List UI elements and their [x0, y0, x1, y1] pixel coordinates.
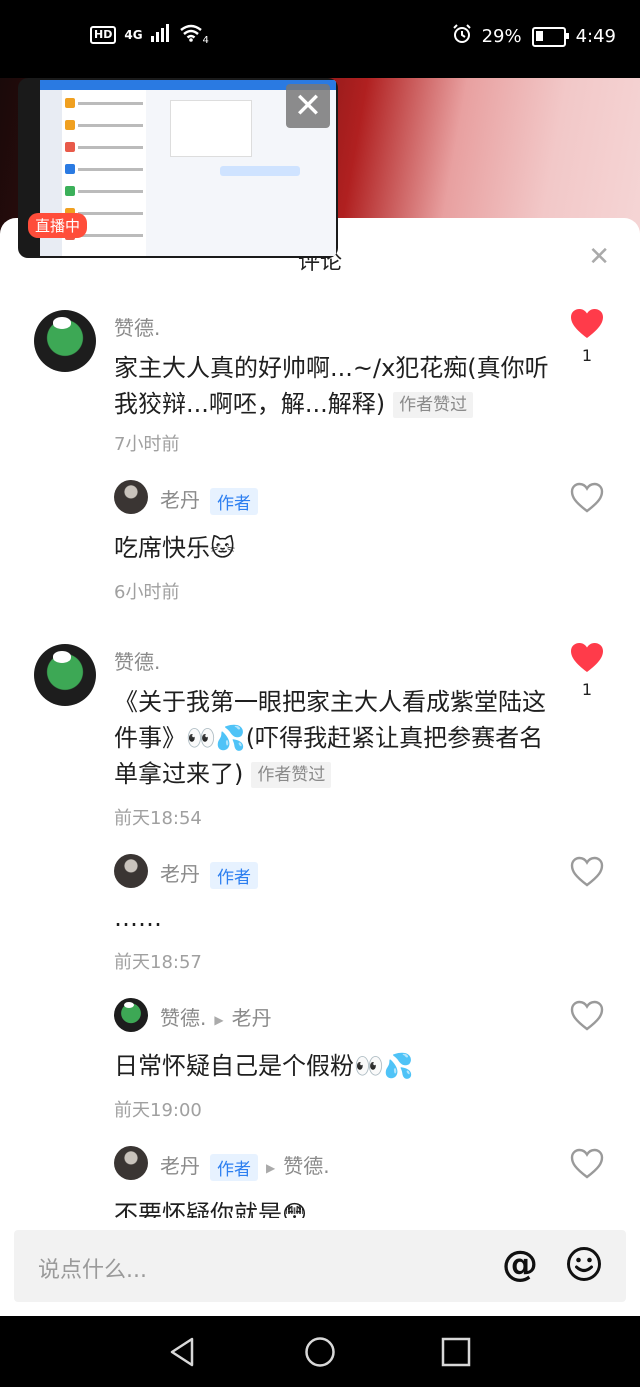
- like-count: 1: [581, 346, 593, 365]
- status-bar: HD 4G 4 29% 4:49: [0, 0, 640, 78]
- comment-text[interactable]: 家主大人真的好帅啊...~/x犯花痴(真你听我狡辩...啊呸，解...解释) 作者…: [114, 350, 564, 422]
- comment-input-bar[interactable]: 说点什么... @: [14, 1230, 626, 1302]
- avatar[interactable]: [114, 1146, 148, 1180]
- avatar[interactable]: [34, 310, 96, 372]
- comment-author[interactable]: 赞德.: [114, 646, 160, 675]
- comment-author-line: 赞德. ▶ 老丹: [160, 1002, 272, 1031]
- comment-author-line: 老丹 作者 ▶ 赞德.: [160, 1150, 330, 1181]
- author-tag: 作者: [210, 862, 258, 889]
- author-liked-tag: 作者赞过: [251, 762, 332, 788]
- comment-input[interactable]: 说点什么...: [38, 1252, 147, 1284]
- author-tag: 作者: [210, 1154, 258, 1181]
- avatar[interactable]: [114, 480, 148, 514]
- comment-author[interactable]: 赞德.: [114, 312, 160, 341]
- recents-icon[interactable]: [440, 1336, 472, 1368]
- heart-icon[interactable]: [570, 642, 604, 674]
- heart-outline-icon[interactable]: [570, 482, 604, 514]
- comment-text[interactable]: 不要怀疑你就是😳: [114, 1196, 564, 1218]
- comment-time: 7小时前: [114, 434, 180, 455]
- live-float-window[interactable]: ✕ 直播中: [18, 78, 338, 258]
- home-icon[interactable]: [304, 1336, 336, 1368]
- alarm-icon: [452, 24, 472, 49]
- avatar[interactable]: [114, 998, 148, 1032]
- comment-author[interactable]: 赞德.: [160, 1006, 206, 1030]
- comment-author-line: 老丹 作者: [160, 484, 258, 515]
- live-badge: 直播中: [28, 213, 88, 238]
- comment-text[interactable]: ……: [114, 900, 564, 936]
- reply-target[interactable]: 老丹: [232, 1006, 272, 1030]
- hd-icon: HD: [90, 26, 117, 44]
- comment-text[interactable]: 日常怀疑自己是个假粉👀💦: [114, 1048, 564, 1084]
- avatar[interactable]: [34, 644, 96, 706]
- network-type: 4G: [124, 28, 143, 42]
- comment-time: 6小时前: [114, 582, 180, 603]
- at-mention-button[interactable]: @: [502, 1246, 538, 1284]
- comment-author[interactable]: 老丹: [160, 488, 200, 512]
- comment-sheet: 评论 ✕ 赞德. 家主大人真的好帅啊...~/x犯花痴(真你听我狡辩...啊呸，…: [0, 218, 640, 1316]
- comment-time: 前天19:00: [114, 1100, 202, 1121]
- reply-arrow-icon: ▶: [266, 1160, 276, 1175]
- close-live-button[interactable]: ✕: [286, 84, 330, 128]
- clock: 4:49: [575, 26, 616, 47]
- back-icon[interactable]: [166, 1336, 198, 1368]
- heart-outline-icon[interactable]: [570, 856, 604, 888]
- comment-author[interactable]: 老丹: [160, 1154, 200, 1178]
- heart-outline-icon[interactable]: [570, 1000, 604, 1032]
- wifi-generation: 4: [202, 34, 209, 46]
- avatar[interactable]: [114, 854, 148, 888]
- heart-outline-icon[interactable]: [570, 1148, 604, 1180]
- smile-icon[interactable]: [566, 1246, 602, 1282]
- comment-list[interactable]: 赞德. 家主大人真的好帅啊...~/x犯花痴(真你听我狡辩...啊呸，解...解…: [0, 218, 640, 1218]
- system-nav-bar: [0, 1316, 640, 1387]
- comment-text[interactable]: 《关于我第一眼把家主大人看成紫堂陆这件事》👀💦(吓得我赶紧让真把参赛者名单拿过来…: [114, 684, 564, 792]
- like-count: 1: [581, 680, 593, 699]
- comment-text[interactable]: 吃席快乐🐱: [114, 530, 564, 566]
- author-tag: 作者: [210, 488, 258, 515]
- heart-icon[interactable]: [570, 308, 604, 340]
- reply-target[interactable]: 赞德.: [283, 1154, 329, 1178]
- comment-author[interactable]: 老丹: [160, 862, 200, 886]
- comment-time: 前天18:57: [114, 952, 202, 973]
- wifi-icon: [179, 24, 203, 46]
- reply-arrow-icon: ▶: [214, 1012, 224, 1027]
- battery-icon: [531, 26, 569, 47]
- comment-author-line: 老丹 作者: [160, 858, 258, 889]
- comment-time: 前天18:54: [114, 808, 202, 829]
- battery-percent: 29%: [481, 26, 522, 47]
- signal-icon: [150, 24, 171, 46]
- author-liked-tag: 作者赞过: [393, 392, 474, 418]
